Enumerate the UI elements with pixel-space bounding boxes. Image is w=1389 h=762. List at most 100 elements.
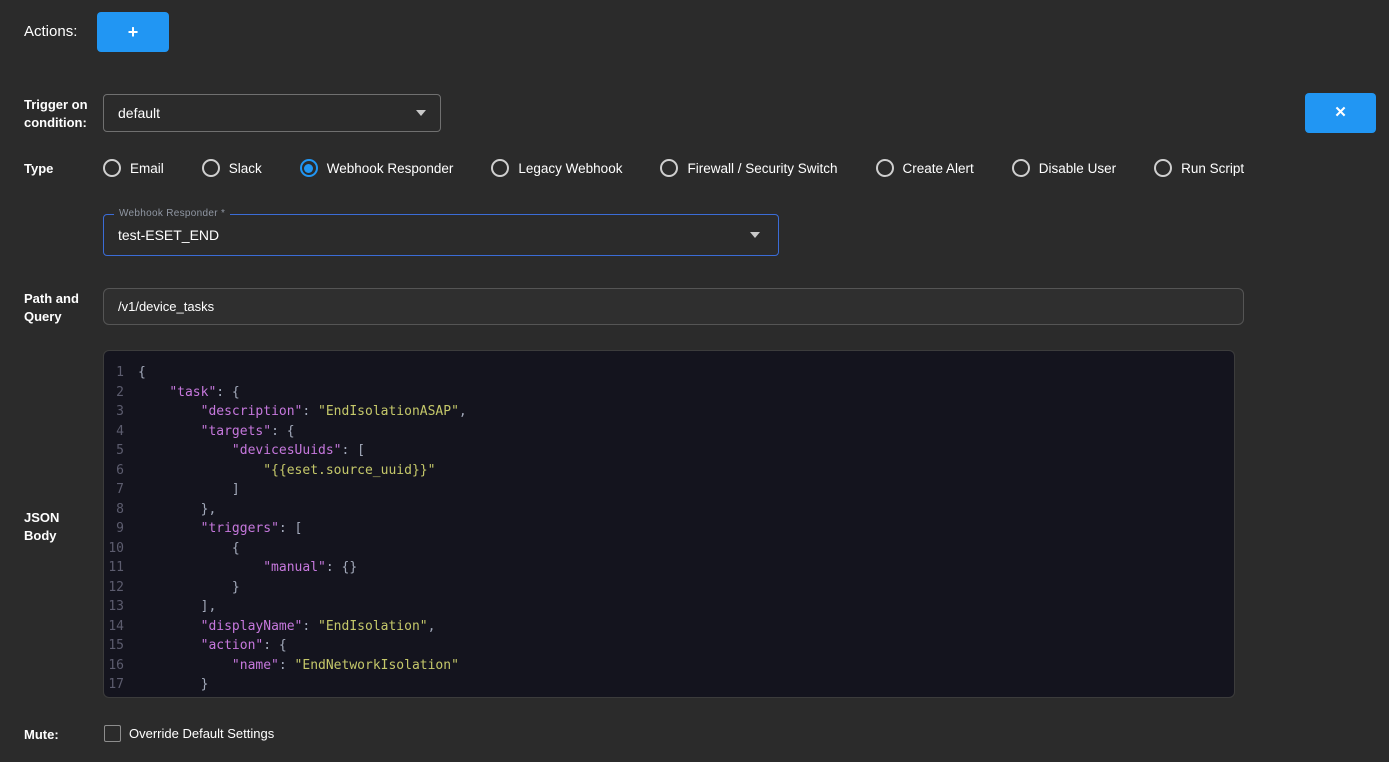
mute-override-option[interactable]: Override Default Settings bbox=[104, 725, 274, 742]
type-radio-disable-user[interactable]: Disable User bbox=[1012, 159, 1116, 177]
line-number: 11 bbox=[104, 558, 138, 578]
radio-label: Email bbox=[130, 161, 164, 176]
path-query-label-line1: Path and bbox=[24, 290, 79, 308]
radio-button-icon bbox=[491, 159, 509, 177]
code-line: 2 "task": { bbox=[104, 383, 1234, 403]
code-line-text: "action": { bbox=[138, 636, 287, 656]
radio-button-icon bbox=[876, 159, 894, 177]
radio-label: Webhook Responder bbox=[327, 161, 454, 176]
radio-dot-icon bbox=[1016, 164, 1025, 173]
line-number: 18 bbox=[104, 695, 138, 699]
line-number: 10 bbox=[104, 539, 138, 559]
radio-button-icon bbox=[660, 159, 678, 177]
path-query-label: Path and Query bbox=[24, 290, 79, 326]
type-radio-slack[interactable]: Slack bbox=[202, 159, 262, 177]
webhook-responder-select[interactable]: Webhook Responder * test-ESET_END bbox=[103, 214, 779, 256]
type-radio-legacy-webhook[interactable]: Legacy Webhook bbox=[491, 159, 622, 177]
type-label: Type bbox=[24, 160, 53, 178]
code-line-text: } bbox=[138, 695, 177, 699]
line-number: 17 bbox=[104, 675, 138, 695]
trigger-condition-label: Trigger on condition: bbox=[24, 96, 88, 132]
line-number: 2 bbox=[104, 383, 138, 403]
code-line-text: { bbox=[138, 539, 240, 559]
radio-button-icon bbox=[300, 159, 318, 177]
code-line: 18 } bbox=[104, 695, 1234, 699]
json-body-label-line2: Body bbox=[24, 527, 59, 545]
checkbox-icon[interactable] bbox=[104, 725, 121, 742]
type-radio-create-alert[interactable]: Create Alert bbox=[876, 159, 974, 177]
code-line: 4 "targets": { bbox=[104, 422, 1234, 442]
line-number: 4 bbox=[104, 422, 138, 442]
radio-label: Run Script bbox=[1181, 161, 1244, 176]
line-number: 12 bbox=[104, 578, 138, 598]
code-line-text: ] bbox=[138, 480, 240, 500]
actions-label: Actions: bbox=[24, 23, 77, 40]
code-line: 7 ] bbox=[104, 480, 1234, 500]
code-line: 1{ bbox=[104, 363, 1234, 383]
json-editor-code: 1{2 "task": {3 "description": "EndIsolat… bbox=[104, 363, 1234, 698]
line-number: 9 bbox=[104, 519, 138, 539]
code-line: 15 "action": { bbox=[104, 636, 1234, 656]
radio-dot-icon bbox=[108, 164, 117, 173]
remove-action-button[interactable]: ✕ bbox=[1305, 93, 1376, 133]
code-line-text: "triggers": [ bbox=[138, 519, 302, 539]
line-number: 7 bbox=[104, 480, 138, 500]
path-query-label-line2: Query bbox=[24, 308, 79, 326]
type-radio-webhook-responder[interactable]: Webhook Responder bbox=[300, 159, 454, 177]
radio-label: Create Alert bbox=[903, 161, 974, 176]
line-number: 14 bbox=[104, 617, 138, 637]
code-line-text: "name": "EndNetworkIsolation" bbox=[138, 656, 459, 676]
add-action-button[interactable]: + bbox=[97, 12, 169, 52]
code-line-text: ], bbox=[138, 597, 216, 617]
radio-dot-icon bbox=[496, 164, 505, 173]
json-body-editor[interactable]: 1{2 "task": {3 "description": "EndIsolat… bbox=[103, 350, 1235, 698]
code-line-text: "devicesUuids": [ bbox=[138, 441, 365, 461]
radio-dot-icon bbox=[206, 164, 215, 173]
code-line: 13 ], bbox=[104, 597, 1234, 617]
json-body-label: JSON Body bbox=[24, 509, 59, 545]
line-number: 13 bbox=[104, 597, 138, 617]
line-number: 15 bbox=[104, 636, 138, 656]
path-query-input[interactable] bbox=[103, 288, 1244, 325]
chevron-down-icon bbox=[416, 110, 426, 116]
code-line: 10 { bbox=[104, 539, 1234, 559]
radio-label: Legacy Webhook bbox=[518, 161, 622, 176]
line-number: 5 bbox=[104, 441, 138, 461]
code-line: 16 "name": "EndNetworkIsolation" bbox=[104, 656, 1234, 676]
code-line: 9 "triggers": [ bbox=[104, 519, 1234, 539]
type-radio-group: Email Slack Webhook Responder Legacy Webhoo… bbox=[103, 155, 1244, 181]
radio-label: Firewall / Security Switch bbox=[687, 161, 837, 176]
line-number: 8 bbox=[104, 500, 138, 520]
trigger-condition-label-line1: Trigger on bbox=[24, 96, 88, 114]
trigger-condition-label-line2: condition: bbox=[24, 114, 88, 132]
webhook-responder-float-label: Webhook Responder * bbox=[114, 208, 230, 220]
code-line: 3 "description": "EndIsolationASAP", bbox=[104, 402, 1234, 422]
code-line-text: }, bbox=[138, 500, 216, 520]
code-line: 5 "devicesUuids": [ bbox=[104, 441, 1234, 461]
line-number: 6 bbox=[104, 461, 138, 481]
code-line: 11 "manual": {} bbox=[104, 558, 1234, 578]
radio-button-icon bbox=[1012, 159, 1030, 177]
trigger-condition-value: default bbox=[118, 105, 416, 121]
code-line: 6 "{{eset.source_uuid}}" bbox=[104, 461, 1234, 481]
json-body-label-line1: JSON bbox=[24, 509, 59, 527]
type-radio-email[interactable]: Email bbox=[103, 159, 164, 177]
code-line-text: } bbox=[138, 675, 208, 695]
code-line: 12 } bbox=[104, 578, 1234, 598]
mute-override-checkbox-label: Override Default Settings bbox=[129, 726, 274, 741]
radio-label: Slack bbox=[229, 161, 262, 176]
code-line-text: { bbox=[138, 363, 146, 383]
line-number: 3 bbox=[104, 402, 138, 422]
action-editor-page: Actions: + Trigger on condition: default… bbox=[0, 0, 1389, 762]
mute-label: Mute: bbox=[24, 726, 59, 744]
radio-button-icon bbox=[103, 159, 121, 177]
code-line-text: "manual": {} bbox=[138, 558, 357, 578]
radio-label: Disable User bbox=[1039, 161, 1116, 176]
code-line-text: } bbox=[138, 578, 240, 598]
code-line: 17 } bbox=[104, 675, 1234, 695]
type-radio-firewall-security-switch[interactable]: Firewall / Security Switch bbox=[660, 159, 837, 177]
trigger-condition-select[interactable]: default bbox=[103, 94, 441, 132]
code-line: 14 "displayName": "EndIsolation", bbox=[104, 617, 1234, 637]
type-radio-run-script[interactable]: Run Script bbox=[1154, 159, 1244, 177]
code-line-text: "task": { bbox=[138, 383, 240, 403]
